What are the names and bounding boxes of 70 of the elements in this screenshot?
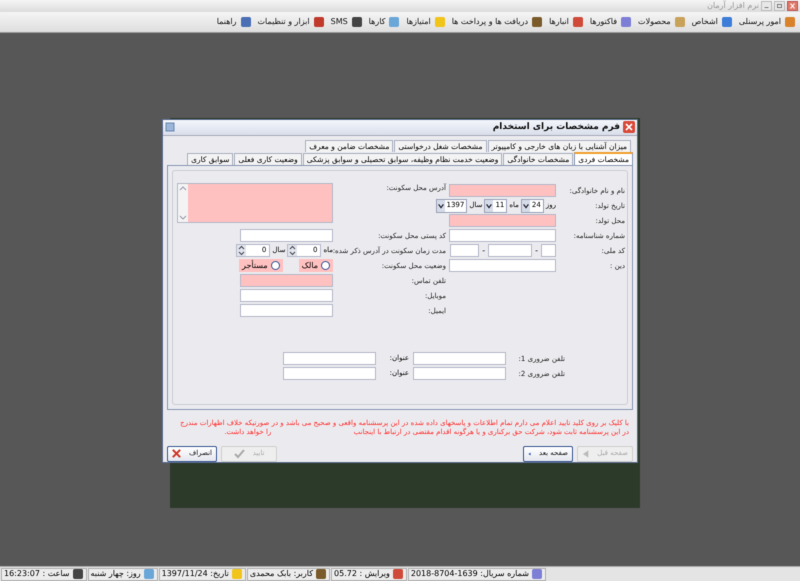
scrollbar-icon xyxy=(178,184,188,222)
status-text: ویرایش : 05.72 xyxy=(334,568,390,580)
menu-icon xyxy=(312,16,325,28)
input-field[interactable] xyxy=(240,289,333,302)
menu-item[interactable]: اشخاص xyxy=(692,16,718,28)
status-icon xyxy=(530,568,543,580)
menu-item[interactable]: دریافت ها و پرداخت ها xyxy=(452,16,528,28)
input-field[interactable] xyxy=(449,259,556,272)
input-field[interactable] xyxy=(449,229,556,242)
restore-icon[interactable] xyxy=(774,1,785,11)
menu-item[interactable]: انبارها xyxy=(549,16,569,28)
menu-icon xyxy=(350,16,363,28)
menu-item[interactable]: SMS xyxy=(330,16,348,28)
window-title: نرم افزار آرمان xyxy=(707,0,759,12)
checkmark-icon xyxy=(234,448,245,458)
menu-icon xyxy=(572,16,584,28)
caret-icon xyxy=(485,200,494,212)
input-field[interactable] xyxy=(240,304,333,318)
input-field[interactable] xyxy=(413,367,506,380)
menu-item[interactable]: امور پرسنلی xyxy=(738,16,781,28)
status-text: شماره سریال: 1639-8704-2018 xyxy=(410,568,529,580)
spinner-arrows-icon xyxy=(288,245,298,256)
caret-icon xyxy=(522,200,530,212)
input-field[interactable] xyxy=(541,244,556,258)
menu-icon xyxy=(434,16,446,28)
input-field[interactable] xyxy=(413,352,506,366)
radio-option[interactable]: مالک xyxy=(298,259,333,272)
menu-item[interactable]: ابزار و تنظیمات xyxy=(258,16,310,28)
menu-item[interactable]: کارها xyxy=(368,16,386,28)
status-text: روز: چهار شنبه xyxy=(90,568,141,580)
input-field[interactable] xyxy=(449,184,556,198)
menu-item[interactable]: محصولات xyxy=(638,16,671,28)
minimize-icon[interactable] xyxy=(761,1,772,11)
status-icon xyxy=(392,568,404,580)
caret-icon xyxy=(436,200,445,212)
window-icon xyxy=(165,122,175,132)
input-field[interactable] xyxy=(449,214,556,228)
separator-text: - xyxy=(482,244,486,257)
input-field[interactable] xyxy=(283,367,376,380)
status-text: کاربر: بابک محمدی xyxy=(250,568,314,580)
radio-option[interactable]: مستأجر xyxy=(239,259,283,272)
input-field[interactable] xyxy=(240,274,333,288)
spinner-arrows-icon xyxy=(237,245,246,256)
left-triangle-icon xyxy=(582,448,590,458)
address-textarea[interactable] xyxy=(177,183,333,224)
cross-icon xyxy=(172,448,181,459)
menu-item[interactable]: فاکتورها xyxy=(590,16,618,28)
status-icon xyxy=(315,568,328,580)
menu-icon xyxy=(531,16,544,28)
close-icon[interactable] xyxy=(623,121,635,134)
dialog-title: فرم مشخصات برای استخدام xyxy=(492,120,620,134)
menu-icon xyxy=(240,16,252,28)
menu-icon xyxy=(620,16,632,28)
menu-icon xyxy=(388,16,400,28)
status-icon xyxy=(230,568,243,580)
status-icon xyxy=(142,568,155,580)
input-field[interactable] xyxy=(283,352,376,366)
menu-icon xyxy=(720,16,733,28)
close-icon[interactable] xyxy=(787,1,798,11)
menu-item[interactable]: امتیازها xyxy=(406,16,431,28)
status-text: تاریخ: 1397/11/24 xyxy=(162,568,229,580)
status-text: ساعت : 16:23:07 xyxy=(4,568,70,580)
input-field[interactable] xyxy=(450,244,480,258)
input-field[interactable] xyxy=(240,229,333,242)
separator-text: - xyxy=(535,244,538,257)
status-icon xyxy=(72,568,84,580)
menu-icon xyxy=(674,16,686,28)
input-field[interactable] xyxy=(488,244,532,258)
menu-item[interactable]: راهنما xyxy=(216,16,236,28)
menu-icon xyxy=(784,16,796,28)
